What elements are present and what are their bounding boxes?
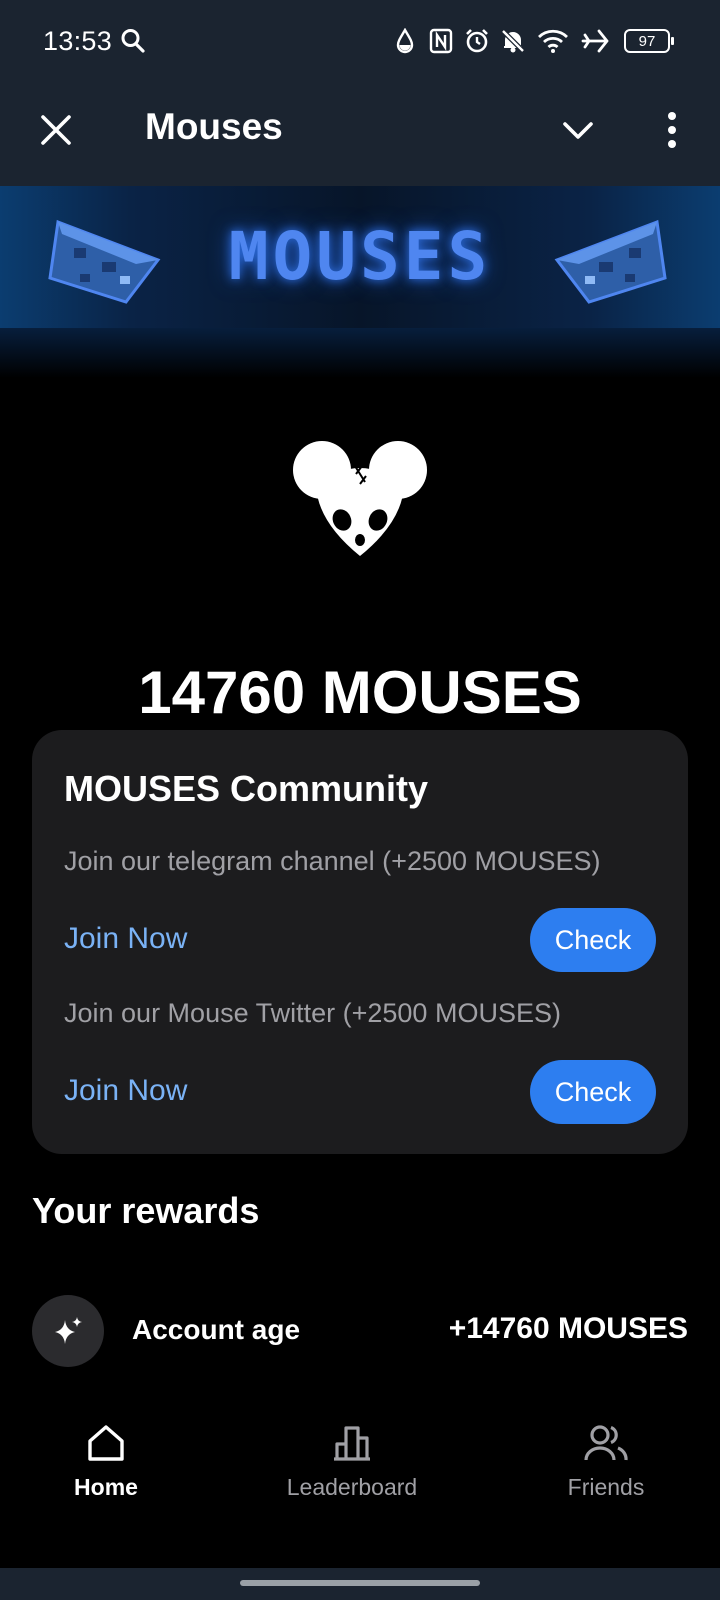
community-title: MOUSES Community — [64, 768, 429, 809]
bottom-nav: Home Leaderboard Friends — [0, 1392, 720, 1568]
system-nav-bar — [0, 1568, 720, 1600]
chevron-down-icon[interactable] — [556, 108, 600, 152]
bell-off-icon — [500, 27, 526, 55]
status-icons: 97 — [392, 24, 674, 58]
banner-glow — [0, 328, 720, 378]
join-telegram-link[interactable]: Join Now — [64, 922, 187, 956]
nav-home-label: Home — [74, 1474, 138, 1500]
status-time: 13:53 — [43, 26, 113, 56]
community-card: MOUSES Community Join our telegram chann… — [32, 730, 688, 1154]
nfc-icon — [428, 27, 454, 55]
water-drop-icon — [392, 27, 418, 55]
app-bar: Mouses — [0, 84, 720, 186]
task-description: Join our telegram channel (+2500 MOUSES) — [64, 846, 601, 876]
nav-home[interactable]: Home — [6, 1422, 206, 1522]
alarm-icon — [464, 27, 490, 55]
reward-value: +14760 MOUSES — [448, 1312, 688, 1345]
gesture-handle[interactable] — [240, 1580, 480, 1586]
sparkles-icon — [32, 1295, 104, 1367]
nav-leaderboard[interactable]: Leaderboard — [252, 1422, 452, 1522]
join-twitter-link[interactable]: Join Now — [64, 1074, 187, 1108]
home-icon — [88, 1425, 124, 1461]
search-icon — [120, 27, 146, 55]
leaderboard-icon — [334, 1426, 370, 1461]
status-bar: 13:53 97 — [0, 0, 720, 84]
battery-icon: 97 — [624, 29, 674, 53]
check-twitter-button[interactable]: Check — [530, 1060, 656, 1124]
more-vert-icon[interactable] — [652, 108, 692, 152]
nav-leaderboard-label: Leaderboard — [286, 1474, 418, 1500]
banner: MOUSES — [0, 186, 720, 328]
balance-total: 14760 MOUSES — [138, 659, 582, 726]
airplane-icon — [580, 27, 610, 55]
app-title: Mouses — [145, 106, 283, 147]
friends-icon — [584, 1425, 628, 1461]
task-description: Join our Mouse Twitter (+2500 MOUSES) — [64, 998, 561, 1028]
reward-row: Account age +14760 MOUSES — [32, 1295, 688, 1367]
cheese-icon — [535, 204, 675, 314]
close-icon[interactable] — [34, 108, 78, 152]
rewards-title: Your rewards — [32, 1190, 260, 1231]
reward-label: Account age — [132, 1314, 301, 1345]
nav-friends-label: Friends — [567, 1474, 645, 1500]
wifi-icon — [536, 27, 570, 55]
nav-friends[interactable]: Friends — [506, 1422, 706, 1522]
check-telegram-button[interactable]: Check — [530, 908, 656, 972]
mouse-logo-icon — [292, 436, 428, 560]
